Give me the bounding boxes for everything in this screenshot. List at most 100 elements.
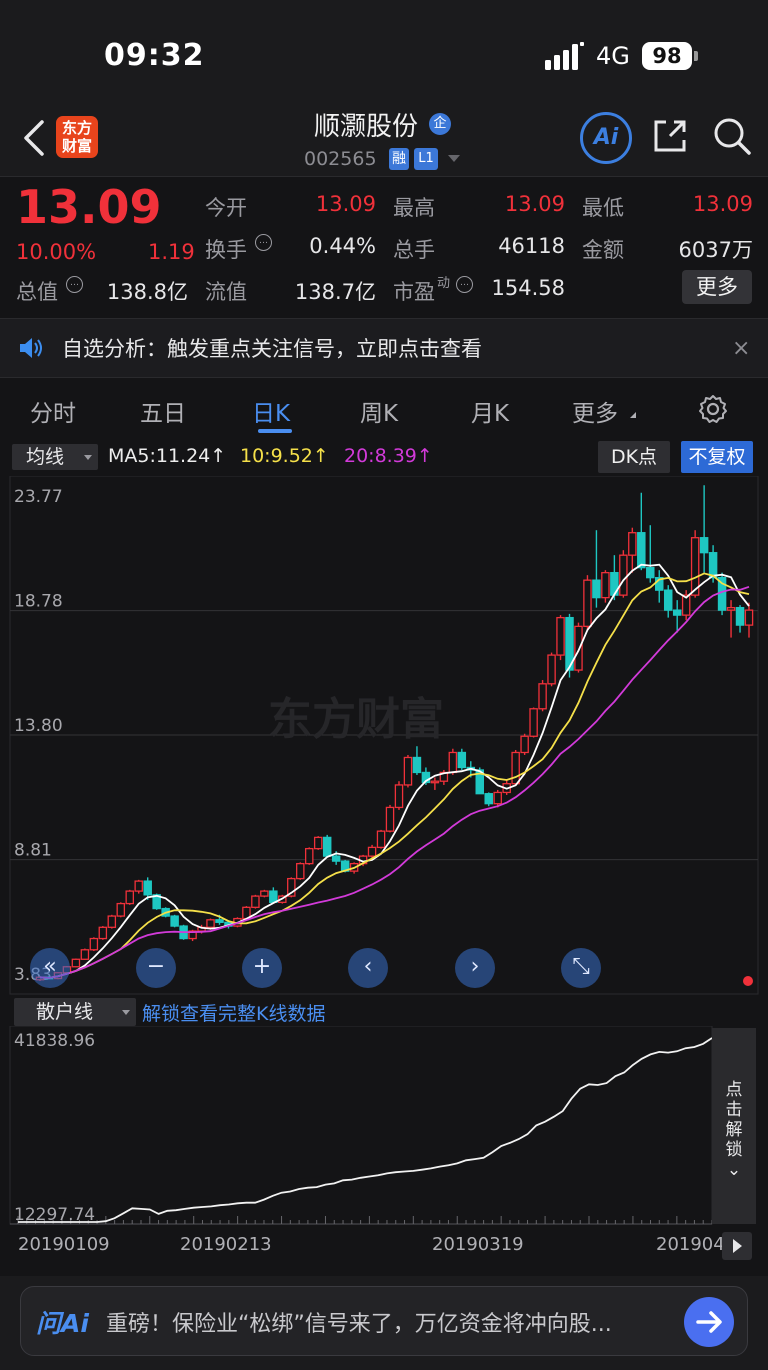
candle-body (583, 579, 592, 628)
candle-body (601, 572, 610, 599)
arrow-right-icon (696, 1311, 722, 1333)
candle-body (574, 625, 583, 671)
candle-body (672, 609, 682, 616)
retail-line-chart[interactable]: 41838.9612297.74 (0, 1026, 768, 1232)
ma20-readout: 20:8.39↑ (344, 445, 433, 467)
zoom-in-button[interactable]: + (242, 948, 282, 988)
scroll-left-button[interactable]: ‹ (348, 948, 388, 988)
open-value: 13.09 (315, 192, 376, 216)
ai-prompt-text[interactable]: 重磅！保险业“松绑”信号来了，万亿资金将冲向股... (106, 1306, 674, 1338)
turnover-value: 0.44% (309, 234, 376, 258)
unlock-side-char: 击 (725, 1100, 743, 1120)
more-button[interactable]: 更多 (682, 270, 752, 304)
fullscreen-button[interactable]: ⤡ (561, 948, 601, 988)
y-tick-label: 13.80 (14, 716, 63, 736)
ma5-readout: MA5:11.24↑ (108, 445, 227, 467)
candle-body (529, 708, 538, 737)
tab-five-day[interactable]: 五日 (140, 394, 186, 428)
candle-body (430, 780, 440, 784)
unlock-side-char: 解 (725, 1120, 743, 1140)
chevron-down-icon[interactable] (448, 155, 460, 162)
candle-body (313, 836, 323, 850)
candle-body (367, 846, 377, 857)
stock-code[interactable]: 002565 (304, 148, 377, 170)
tab-daily-k[interactable]: 日K (252, 394, 290, 428)
close-icon[interactable]: × (732, 336, 750, 361)
y-tick-label: 23.77 (14, 487, 63, 507)
candle-body (663, 589, 673, 611)
kline-chart[interactable]: 东方财富 23.7718.7813.808.813.83 (0, 476, 768, 996)
app-logo[interactable]: 东方 财富 (56, 116, 98, 158)
fast-back-button[interactable]: « (30, 948, 70, 988)
candle-body (637, 532, 646, 569)
candle-body (412, 756, 422, 774)
no-adjust-button[interactable]: 不复权 (681, 441, 753, 473)
candle-body (296, 862, 305, 880)
ai-button[interactable]: Ai (580, 112, 632, 164)
next-page-button[interactable] (722, 1232, 752, 1260)
tab-more[interactable]: 更多 (572, 394, 618, 428)
candle-body (143, 880, 152, 896)
candle-body (98, 926, 108, 940)
candle-body (457, 751, 467, 769)
candle-body (592, 579, 601, 599)
tab-intraday[interactable]: 分时 (30, 394, 76, 428)
candle-body (394, 784, 404, 809)
change-amount: 1.19 (148, 240, 195, 264)
app-logo-line1: 东方 (61, 119, 92, 137)
search-icon[interactable] (712, 116, 752, 156)
ma10-readout: 10:9.52↑ (240, 445, 329, 467)
ma5-line (39, 563, 750, 979)
pe-value: 154.58 (491, 276, 565, 300)
indicator-selector[interactable]: 散户线 (14, 998, 136, 1026)
alert-text[interactable]: 自选分析：触发重点关注信号，立即点击查看 (62, 333, 482, 363)
dk-point-button[interactable]: DK点 (598, 441, 670, 473)
tab-weekly-k[interactable]: 周K (360, 394, 398, 428)
amount-value: 6037万 (678, 238, 753, 262)
stock-name[interactable]: 顺灏股份 (314, 106, 418, 143)
unlock-data-link[interactable]: 解锁查看完整K线数据 (142, 999, 325, 1026)
candle-body (646, 567, 655, 579)
back-arrow-icon[interactable] (22, 118, 48, 158)
caret-down-icon (84, 455, 92, 460)
gear-icon[interactable] (698, 394, 728, 424)
float-cap-label: 流值 (205, 280, 247, 304)
share-icon[interactable] (650, 116, 690, 156)
y-tick-label: 18.78 (14, 592, 63, 612)
candle-body (206, 919, 215, 928)
y-tick-label: 41838.96 (14, 1031, 95, 1051)
candle-body (89, 937, 99, 951)
tab-active-indicator (258, 429, 292, 433)
candle-body (71, 958, 81, 968)
send-button[interactable] (684, 1297, 734, 1347)
app-logo-line2: 财富 (61, 137, 92, 155)
candle-body (493, 791, 502, 805)
candle-body (269, 890, 278, 903)
pe-superscript: 动 (437, 276, 451, 291)
speaker-icon (20, 338, 42, 358)
last-price: 13.09 (16, 180, 162, 234)
high-label: 最高 (393, 196, 435, 220)
battery-indicator: 98 (642, 42, 692, 70)
candle-body (726, 606, 736, 611)
candle-body (107, 915, 117, 928)
y-tick-label: 8.81 (14, 841, 52, 861)
watermark-text: 东方财富 (268, 694, 444, 745)
date-tick: 20190319 (432, 1234, 524, 1255)
candle-body (80, 949, 90, 960)
candle-body (125, 890, 134, 905)
float-cap-value: 138.7亿 (294, 280, 376, 304)
zoom-out-button[interactable]: − (136, 948, 176, 988)
candle-body (619, 554, 628, 596)
date-tick: 20190109 (18, 1234, 110, 1255)
live-dot (743, 976, 753, 986)
amount-label: 金额 (582, 238, 624, 262)
candle-body (403, 756, 413, 786)
unlock-side-char: 锁 (725, 1140, 743, 1160)
candle-body (556, 616, 565, 656)
total-cap-label: 总值 (16, 280, 58, 304)
scroll-right-button[interactable]: › (455, 948, 495, 988)
unlock-side-button[interactable]: 点 击 解 锁 ⌄ (712, 1028, 756, 1224)
tab-monthly-k[interactable]: 月K (471, 394, 509, 428)
candle-body (331, 855, 341, 862)
